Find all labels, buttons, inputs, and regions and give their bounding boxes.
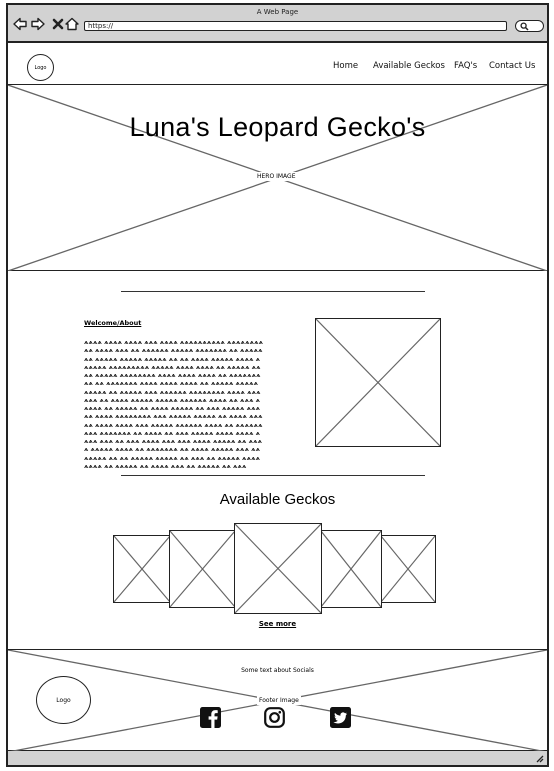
browser-titlebar: A Web Page https:// xyxy=(8,5,547,43)
hero-section: Luna's Leopard Gecko's HERO IMAGE xyxy=(8,85,547,271)
forward-arrow-icon[interactable] xyxy=(31,17,45,31)
hero-title: Luna's Leopard Gecko's xyxy=(129,112,426,142)
browser-statusbar xyxy=(8,751,547,765)
browser-window: A Web Page https:// Logo Home Available … xyxy=(6,3,549,767)
nav-logo[interactable]: Logo xyxy=(27,54,54,81)
instagram-icon[interactable] xyxy=(264,707,285,728)
facebook-icon[interactable] xyxy=(200,707,221,728)
site-navbar: Logo Home Available Geckos FAQ's Contact… xyxy=(8,45,547,85)
nav-link-available-geckos[interactable]: Available Geckos xyxy=(373,61,445,71)
close-icon[interactable] xyxy=(51,17,65,31)
back-arrow-icon[interactable] xyxy=(13,17,27,31)
footer-socials-text: Some text about Socials xyxy=(241,667,314,674)
gecko-carousel-item-featured[interactable] xyxy=(234,523,322,614)
welcome-image-placeholder xyxy=(315,318,441,447)
nav-link-contact-us[interactable]: Contact Us xyxy=(489,61,535,71)
footer-image-label: Footer Image xyxy=(257,696,301,705)
window-title: A Web Page xyxy=(256,8,299,16)
gecko-carousel-item[interactable] xyxy=(320,530,382,608)
see-more-link[interactable]: See more xyxy=(8,620,547,628)
divider-middle xyxy=(121,475,425,476)
search-icon xyxy=(520,22,529,31)
twitter-icon[interactable] xyxy=(330,707,351,728)
footer-logo[interactable]: Logo xyxy=(36,676,91,724)
url-input[interactable]: https:// xyxy=(84,21,507,31)
welcome-heading: Welcome/About xyxy=(84,319,142,327)
home-icon[interactable] xyxy=(65,17,79,31)
welcome-body-text: ѧѧѧѧ ѧѧѧѧ ѧѧѧѧ ѧѧѧ ѧѧѧѧ ѧѧѧѧѧѧѧѧѧѧ ѧѧѧѧѧ… xyxy=(84,340,264,470)
gecko-carousel-item[interactable] xyxy=(380,535,436,603)
search-button[interactable] xyxy=(515,20,544,32)
divider-top xyxy=(121,291,425,292)
gecko-carousel-item[interactable] xyxy=(113,535,171,603)
hero-image-label: HERO IMAGE xyxy=(255,172,298,181)
resize-grip-icon[interactable] xyxy=(534,753,544,763)
site-footer: Some text about Socials Logo Footer Imag… xyxy=(8,649,547,752)
available-geckos-heading: Available Geckos xyxy=(219,491,336,508)
nav-link-home[interactable]: Home xyxy=(333,61,358,71)
nav-link-faqs[interactable]: FAQ's xyxy=(454,61,477,71)
gecko-carousel-item[interactable] xyxy=(169,530,236,608)
